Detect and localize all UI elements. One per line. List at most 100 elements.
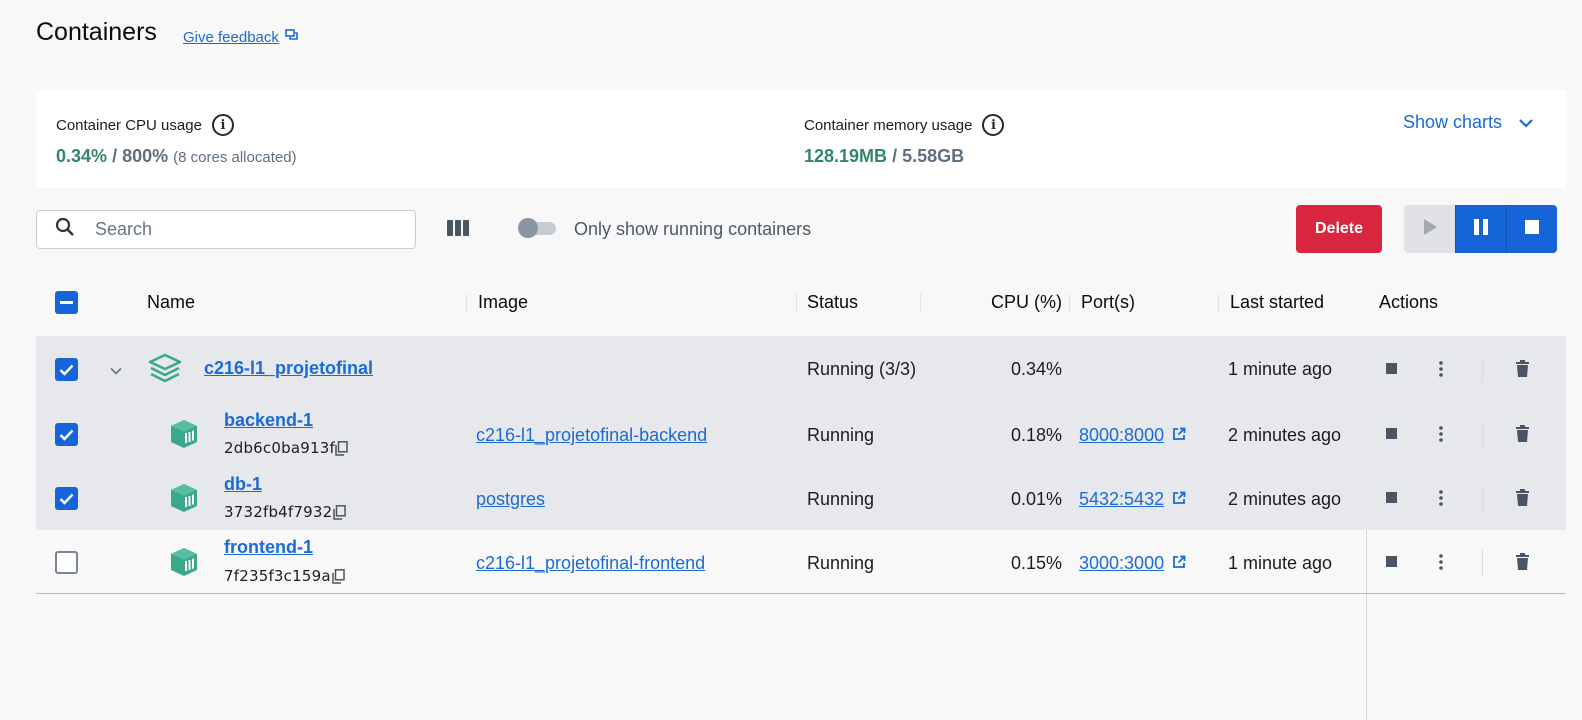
table-row-group[interactable]: c216-l1_projetofinal Running (3/3) 0.34%… xyxy=(36,336,1566,402)
copy-icon[interactable] xyxy=(332,569,345,589)
port-label: 5432:5432 xyxy=(1079,489,1165,509)
pause-button[interactable] xyxy=(1455,205,1506,253)
image-link[interactable]: c216-l1_projetofinal-frontend xyxy=(476,553,705,574)
container-name-link[interactable]: db-1 xyxy=(224,474,262,495)
give-feedback-label: Give feedback xyxy=(183,28,279,46)
stop-icon[interactable] xyxy=(1386,492,1397,503)
image-link[interactable]: postgres xyxy=(476,489,545,510)
header-ports[interactable]: Port(s) xyxy=(1081,292,1135,313)
group-status: Running (3/3) xyxy=(807,359,917,379)
info-icon[interactable]: i xyxy=(982,114,1005,136)
cpu-usage-current: 0.34% xyxy=(56,146,108,166)
column-separator xyxy=(920,294,921,312)
more-vertical-icon[interactable] xyxy=(1439,361,1443,377)
play-icon xyxy=(1422,218,1438,241)
give-feedback-link[interactable]: Give feedback xyxy=(183,28,299,46)
delete-button[interactable]: Delete xyxy=(1296,205,1382,253)
table-row[interactable]: backend-1 2db6c0ba913f c216-l1_projetofi… xyxy=(36,402,1566,466)
container-cpu: 0.01% xyxy=(1011,489,1063,509)
columns-icon[interactable] xyxy=(446,218,470,243)
feedback-icon xyxy=(285,28,299,46)
row-checkbox[interactable] xyxy=(55,487,78,510)
usage-card: Container CPU usage i 0.34% / 800% (8 co… xyxy=(36,90,1566,188)
header-last-started[interactable]: Last started xyxy=(1230,292,1324,313)
pause-icon xyxy=(1473,218,1489,241)
running-only-label: Only show running containers xyxy=(574,219,812,239)
running-only-toggle[interactable] xyxy=(518,218,556,238)
trash-icon[interactable] xyxy=(1516,553,1529,570)
external-link-icon xyxy=(1172,553,1186,574)
stop-button[interactable] xyxy=(1506,205,1557,253)
memory-usage-value: 128.19MB / 5.58GB xyxy=(804,146,964,167)
show-charts-button[interactable]: Show charts xyxy=(1403,112,1534,133)
show-charts-label: Show charts xyxy=(1402,112,1502,132)
search-box[interactable] xyxy=(36,210,416,249)
search-input[interactable] xyxy=(95,219,375,240)
container-icon xyxy=(168,546,200,583)
bulk-actions-group xyxy=(1404,205,1557,253)
row-checkbox[interactable] xyxy=(55,551,78,574)
copy-icon[interactable] xyxy=(333,505,346,525)
chevron-down-icon[interactable] xyxy=(110,362,122,380)
search-icon xyxy=(55,217,75,242)
row-checkbox[interactable] xyxy=(55,358,78,381)
container-status: Running xyxy=(807,489,875,509)
column-separator xyxy=(1218,294,1219,312)
container-id: 7f235f3c159a xyxy=(224,567,331,585)
image-link[interactable]: c216-l1_projetofinal-backend xyxy=(476,425,707,446)
cpu-usage-label: Container CPU usage xyxy=(56,116,202,134)
table-row[interactable]: frontend-1 7f235f3c159a c216-l1_projetof… xyxy=(36,530,1566,594)
table-row[interactable]: db-1 3732fb4f7932 postgres Running 0.01%… xyxy=(36,466,1566,530)
port-label: 3000:3000 xyxy=(1079,553,1165,573)
container-last-started: 1 minute ago xyxy=(1228,553,1333,573)
column-separator xyxy=(1069,294,1070,312)
port-link[interactable]: 8000:8000 xyxy=(1079,425,1186,446)
trash-icon[interactable] xyxy=(1516,489,1529,506)
memory-usage-separator: / xyxy=(892,146,898,166)
group-name-link[interactable]: c216-l1_projetofinal xyxy=(204,358,373,379)
header-actions: Actions xyxy=(1379,292,1439,312)
stop-icon[interactable] xyxy=(1386,363,1397,374)
table-header: Name Image Status CPU (%) Port(s) Last s… xyxy=(36,270,1566,336)
stop-icon[interactable] xyxy=(1386,428,1397,439)
actions-separator xyxy=(1482,421,1483,447)
container-status: Running xyxy=(807,553,875,573)
external-link-icon xyxy=(1172,489,1186,510)
more-vertical-icon[interactable] xyxy=(1439,426,1443,442)
page-title: Containers xyxy=(36,18,157,46)
port-link[interactable]: 5432:5432 xyxy=(1079,489,1186,510)
info-icon[interactable]: i xyxy=(211,114,234,136)
start-button[interactable] xyxy=(1404,205,1455,253)
group-cpu: 0.34% xyxy=(1011,359,1063,379)
row-checkbox[interactable] xyxy=(55,423,78,446)
trash-icon[interactable] xyxy=(1516,425,1529,442)
port-label: 8000:8000 xyxy=(1079,425,1165,445)
more-vertical-icon[interactable] xyxy=(1439,490,1443,506)
column-separator xyxy=(796,294,797,312)
header-cpu[interactable]: CPU (%) xyxy=(991,292,1062,313)
actions-separator xyxy=(1482,549,1483,575)
container-id: 2db6c0ba913f xyxy=(224,439,335,457)
header-image[interactable]: Image xyxy=(478,292,528,313)
container-last-started: 2 minutes ago xyxy=(1228,425,1342,445)
group-last-started: 1 minute ago xyxy=(1228,359,1333,379)
container-name-link[interactable]: backend-1 xyxy=(224,410,313,431)
stop-icon[interactable] xyxy=(1386,556,1397,567)
stack-icon xyxy=(148,353,182,388)
trash-icon[interactable] xyxy=(1516,360,1529,377)
container-status: Running xyxy=(807,425,875,445)
cpu-usage-value: 0.34% / 800% (8 cores allocated) xyxy=(56,146,297,167)
cpu-cores-note: (8 cores allocated) xyxy=(173,149,297,166)
more-vertical-icon[interactable] xyxy=(1439,554,1443,570)
select-all-checkbox[interactable] xyxy=(55,291,78,314)
port-link[interactable]: 3000:3000 xyxy=(1079,553,1186,574)
header-name[interactable]: Name xyxy=(147,292,195,313)
external-link-icon xyxy=(1172,425,1186,446)
header-status[interactable]: Status xyxy=(807,292,858,313)
memory-usage-label: Container memory usage xyxy=(804,116,973,134)
container-id: 3732fb4f7932 xyxy=(224,503,333,521)
table-bottom-divider xyxy=(36,593,1566,594)
copy-icon[interactable] xyxy=(335,441,348,461)
container-name-link[interactable]: frontend-1 xyxy=(224,537,313,558)
memory-usage-current: 128.19MB xyxy=(804,146,888,166)
